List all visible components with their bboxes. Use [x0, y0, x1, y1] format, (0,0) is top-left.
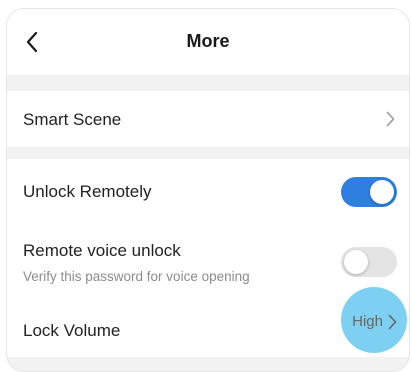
remote-voice-unlock-description: Verify this password for voice opening: [23, 269, 250, 284]
header-bar: More: [7, 9, 409, 75]
lock-volume-value: High: [352, 313, 383, 330]
settings-group-scene: Smart Scene: [7, 91, 409, 147]
page-title: More: [186, 31, 230, 51]
remote-voice-unlock-label: Remote voice unlock: [23, 241, 181, 260]
chevron-right-icon: [383, 109, 397, 129]
chevron-right-icon: [385, 312, 399, 332]
remote-voice-unlock-row: Remote voice unlock Verify this password…: [7, 225, 409, 295]
unlock-remotely-toggle[interactable]: [341, 177, 397, 207]
unlock-remotely-row: Unlock Remotely: [7, 159, 409, 225]
unlock-remotely-label: Unlock Remotely: [23, 182, 152, 201]
smart-scene-row[interactable]: Smart Scene: [7, 91, 409, 147]
toggle-knob: [370, 180, 394, 204]
settings-screen: More Smart Scene Unlock Remotely Remote …: [6, 8, 410, 372]
remote-voice-unlock-toggle[interactable]: [341, 247, 397, 277]
smart-scene-label: Smart Scene: [23, 110, 122, 129]
toggle-knob: [344, 250, 368, 274]
lock-volume-label: Lock Volume: [23, 321, 121, 340]
